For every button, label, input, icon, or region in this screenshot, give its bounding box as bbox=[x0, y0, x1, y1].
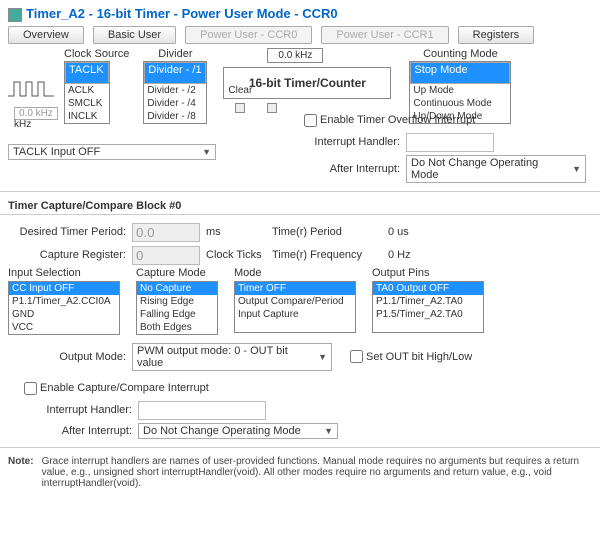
list-item[interactable]: GND bbox=[9, 308, 119, 321]
tab-registers[interactable]: Registers bbox=[458, 26, 534, 44]
list-item[interactable]: Divider - /8 bbox=[144, 110, 206, 123]
list-item[interactable]: Continuous Mode bbox=[410, 97, 510, 110]
output-pins-label: Output Pins bbox=[372, 267, 484, 279]
module-icon bbox=[8, 8, 22, 22]
page-title: Timer_A2 - 16-bit Timer - Power User Mod… bbox=[26, 6, 338, 21]
clock-source-list[interactable]: TACLKACLKSMCLKINCLK bbox=[64, 61, 110, 124]
list-item[interactable]: Output Compare/Period bbox=[235, 295, 355, 308]
clock-waveform-icon bbox=[6, 72, 60, 106]
list-item[interactable]: Input Capture bbox=[235, 308, 355, 321]
chevron-down-icon: ▼ bbox=[202, 147, 211, 157]
list-item[interactable]: Timer OFF bbox=[235, 282, 355, 295]
int-handler-input[interactable] bbox=[406, 133, 494, 152]
list-item[interactable]: TA0 Output OFF bbox=[373, 282, 483, 295]
cc-int-handler-input[interactable] bbox=[138, 401, 266, 420]
list-item[interactable]: TACLK bbox=[65, 62, 109, 84]
divider-list[interactable]: Divider - /1Divider - /2Divider - /4Divi… bbox=[143, 61, 207, 124]
desired-period-input[interactable] bbox=[132, 223, 200, 242]
input-selection-list[interactable]: CC Input OFFP1.1/Timer_A2.CCI0AGNDVCC bbox=[8, 281, 120, 335]
chevron-down-icon: ▼ bbox=[318, 352, 327, 362]
after-int-label: After Interrupt: bbox=[300, 163, 400, 175]
list-item[interactable]: Up Mode bbox=[410, 84, 510, 97]
list-item[interactable]: P1.1/Timer_A2.CCI0A bbox=[9, 295, 119, 308]
list-item[interactable]: CC Input OFF bbox=[9, 282, 119, 295]
after-interrupt-select[interactable]: Do Not Change Operating Mode▼ bbox=[406, 155, 586, 183]
output-mode-label: Output Mode: bbox=[8, 351, 126, 363]
capture-reg-label: Capture Register: bbox=[8, 249, 126, 261]
chevron-down-icon: ▼ bbox=[572, 164, 581, 174]
note-text: Grace interrupt handlers are names of us… bbox=[42, 456, 592, 489]
divider-label: Divider bbox=[143, 48, 207, 60]
list-item[interactable]: Divider - /4 bbox=[144, 97, 206, 110]
chevron-down-icon: ▼ bbox=[324, 426, 333, 436]
timer-freq-value: 0 Hz bbox=[388, 249, 448, 261]
list-item[interactable]: Divider - /2 bbox=[144, 84, 206, 97]
tab-overview[interactable]: Overview bbox=[8, 26, 84, 44]
capture-reg-input[interactable] bbox=[132, 246, 200, 265]
list-item[interactable]: P1.5/Timer_A2.TA0 bbox=[373, 308, 483, 321]
list-item[interactable]: P1.1/Timer_A2.TA0 bbox=[373, 295, 483, 308]
desired-period-label: Desired Timer Period: bbox=[8, 226, 126, 238]
timer-period-value: 0 us bbox=[388, 226, 448, 238]
pin-box bbox=[235, 103, 245, 113]
tab-pu-ccr0: Power User - CCR0 bbox=[185, 26, 312, 44]
mode-list[interactable]: Timer OFFOutput Compare/PeriodInput Capt… bbox=[234, 281, 356, 333]
timer-counter-box: 16-bit Timer/Counter Clear bbox=[223, 67, 391, 99]
list-item[interactable]: Stop Mode bbox=[410, 62, 510, 84]
input-sel-label: Input Selection bbox=[8, 267, 120, 279]
timer-freq-display: 0.0 kHz bbox=[267, 48, 323, 63]
output-mode-select[interactable]: PWM output mode: 0 - OUT bit value▼ bbox=[132, 343, 332, 371]
timer-freq-label: Time(r) Frequency bbox=[272, 249, 382, 261]
note-label: Note: bbox=[8, 456, 34, 489]
cc-block-title: Timer Capture/Compare Block #0 bbox=[8, 200, 592, 212]
clear-label: Clear bbox=[228, 85, 252, 96]
list-item[interactable]: VCC bbox=[9, 321, 119, 334]
list-item[interactable]: SMCLK bbox=[65, 97, 109, 110]
enable-overflow-label: Enable Timer Overflow Interrupt bbox=[320, 114, 475, 126]
cc-after-int-label: After Interrupt: bbox=[20, 425, 132, 437]
list-item[interactable]: ACLK bbox=[65, 84, 109, 97]
list-item[interactable]: No Capture bbox=[137, 282, 217, 295]
cc-after-interrupt-select[interactable]: Do Not Change Operating Mode▼ bbox=[138, 423, 338, 439]
pin-box bbox=[267, 103, 277, 113]
list-item[interactable]: Divider - /1 bbox=[144, 62, 206, 84]
taclk-input-select[interactable]: TACLK Input OFF▼ bbox=[8, 144, 216, 160]
int-handler-label: Interrupt Handler: bbox=[300, 136, 400, 148]
cc-int-handler-label: Interrupt Handler: bbox=[20, 404, 132, 416]
timer-period-label: Time(r) Period bbox=[272, 226, 382, 238]
list-item[interactable]: INCLK bbox=[65, 110, 109, 123]
tab-pu-ccr1: Power User - CCR1 bbox=[321, 26, 448, 44]
tab-bar: Overview Basic User Power User - CCR0 Po… bbox=[8, 26, 592, 44]
list-item[interactable]: Both Edges bbox=[137, 321, 217, 334]
enable-overflow-interrupt-checkbox[interactable] bbox=[304, 114, 317, 127]
output-pins-list[interactable]: TA0 Output OFFP1.1/Timer_A2.TA0P1.5/Time… bbox=[372, 281, 484, 333]
set-out-bit-checkbox[interactable] bbox=[350, 350, 363, 363]
enable-cc-interrupt-checkbox[interactable] bbox=[24, 382, 37, 395]
clock-source-label: Clock Source bbox=[64, 48, 129, 60]
list-item[interactable]: Rising Edge bbox=[137, 295, 217, 308]
capture-mode-label: Capture Mode bbox=[136, 267, 218, 279]
tab-basic[interactable]: Basic User bbox=[93, 26, 176, 44]
list-item[interactable]: Falling Edge bbox=[137, 308, 217, 321]
capture-mode-list[interactable]: No CaptureRising EdgeFalling EdgeBoth Ed… bbox=[136, 281, 218, 335]
counting-mode-label: Counting Mode bbox=[409, 48, 511, 60]
mode-label: Mode bbox=[234, 267, 356, 279]
